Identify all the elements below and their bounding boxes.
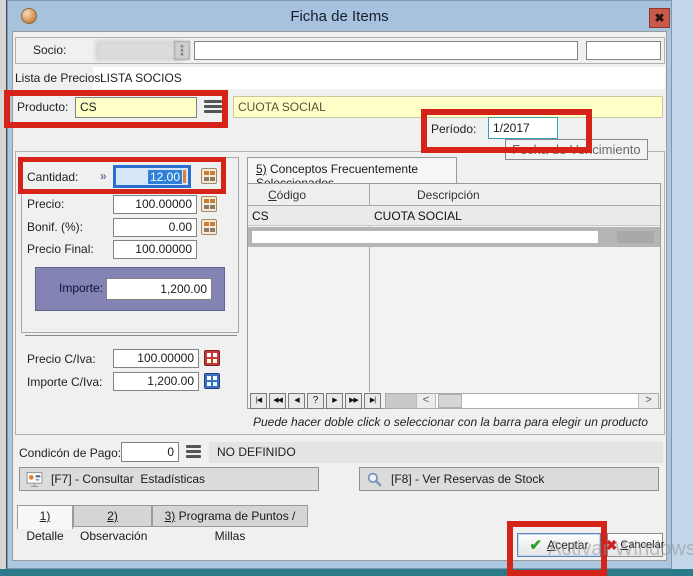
horizontal-scrollbar[interactable]: < > (385, 393, 659, 409)
tab-detalle[interactable]: 1) Detalle (17, 505, 73, 529)
condicion-pago-input[interactable]: 0 (121, 442, 179, 462)
selection-bar-row[interactable] (248, 227, 660, 247)
grid-row-cs[interactable]: CS CUOTA SOCIAL (248, 206, 660, 226)
tab-conceptos-frecuentes[interactable]: 5) Conceptos Frecuentemente Seleccionado… (247, 157, 457, 184)
nav-fast-prev-icon[interactable]: ◀◀ (269, 393, 286, 409)
precio-calculator-icon[interactable] (201, 196, 217, 212)
tab-observacion[interactable]: 2) Observación (73, 505, 152, 527)
lista-precios-value: LISTA SOCIOS (100, 71, 182, 85)
precio-iva-calculator-icon[interactable] (204, 350, 220, 366)
f8-button-label: [F8] - Ver Reservas de Stock (391, 472, 544, 486)
title-bar[interactable]: Ficha de Items (8, 1, 671, 31)
activate-windows-watermark: Activar Windows (548, 538, 693, 561)
importe-input[interactable]: 1,200.00 (106, 278, 212, 300)
socio-lookup-button[interactable]: ⋮ (174, 41, 190, 60)
column-header-descripcion[interactable]: Descripción (417, 184, 480, 206)
socio-name-field[interactable] (194, 41, 578, 60)
magnifier-icon (366, 471, 383, 488)
tab-programa-puntos[interactable]: 3) Programa de Puntos / Millas (152, 505, 308, 527)
ficha-de-items-dialog: Ficha de Items ✖ Socio: ⋮ Lista de Preci… (7, 0, 672, 569)
selection-bar-tail (617, 231, 654, 243)
importe-iva-input[interactable]: 1,200.00 (113, 372, 199, 391)
background-window-left-edge (0, 0, 7, 576)
f7-consultar-estadisticas-button[interactable]: [F7] - Consultar Estadísticas (19, 467, 319, 491)
window-title: Ficha de Items (8, 8, 671, 25)
cell-codigo: CS (252, 206, 269, 226)
conceptos-grid: Código Descripción CS CUOTA SOCIAL |◀ ◀◀… (247, 183, 661, 409)
screen: Ficha de Items ✖ Socio: ⋮ Lista de Preci… (0, 0, 693, 576)
column-header-codigo[interactable]: Código (268, 184, 306, 206)
bonif-input[interactable]: 0.00 (113, 218, 197, 237)
scrollbar-thumb[interactable] (438, 394, 462, 408)
nav-last-icon[interactable]: ▶| (364, 393, 381, 409)
annotation-box-periodo (421, 109, 592, 153)
scrollbar-left-arrow[interactable]: < (416, 394, 436, 408)
condicion-pago-status: NO DEFINIDO (209, 442, 663, 463)
precio-input[interactable]: 100.00000 (113, 195, 197, 214)
bonif-label: Bonif. (%): (27, 220, 83, 234)
scrollbar-left-gutter (386, 394, 416, 408)
socio-label: Socio: (33, 43, 66, 57)
precio-final-input[interactable]: 100.00000 (113, 240, 197, 259)
grid-hint-text: Puede hacer doble click o seleccionar co… (253, 415, 648, 429)
precio-iva-input[interactable]: 100.00000 (113, 349, 199, 368)
importe-iva-label: Importe C/Iva: (27, 375, 102, 389)
scrollbar-right-arrow[interactable]: > (638, 394, 658, 408)
f7-button-label: [F7] - Consultar Estadísticas (51, 472, 205, 486)
statistics-icon (26, 471, 43, 488)
cell-descripcion: CUOTA SOCIAL (374, 206, 462, 226)
divider (25, 335, 237, 336)
f8-ver-reservas-button[interactable]: [F8] - Ver Reservas de Stock (359, 467, 659, 491)
bonif-calculator-icon[interactable] (201, 219, 217, 235)
nav-next-icon[interactable]: ▶ (326, 393, 343, 409)
close-icon[interactable]: ✖ (649, 8, 670, 28)
precio-iva-label: Precio C/Iva: (27, 352, 96, 366)
background-window-right-edge (672, 0, 693, 576)
nav-search-icon[interactable]: ? (307, 393, 324, 409)
socio-extra-field[interactable] (586, 41, 661, 60)
importe-iva-calculator-icon[interactable] (204, 373, 220, 389)
lista-precios-label: Lista de Precios: (15, 71, 104, 85)
socio-number-field[interactable] (96, 41, 182, 60)
precio-final-label: Precio Final: (27, 242, 94, 256)
precio-label: Precio: (27, 197, 64, 211)
nav-fast-next-icon[interactable]: ▶▶ (345, 393, 362, 409)
condicion-pago-label: Condicón de Pago: (19, 446, 121, 460)
importe-panel: Importe: 1,200.00 (35, 267, 225, 311)
nav-prev-icon[interactable]: ◀ (288, 393, 305, 409)
annotation-box-producto (4, 90, 228, 128)
grid-header: Código Descripción (248, 184, 660, 206)
selection-bar[interactable] (252, 231, 598, 243)
annotation-box-cantidad (18, 157, 226, 194)
importe-label: Importe: (59, 281, 103, 295)
condicion-pago-menu-icon[interactable] (185, 443, 202, 460)
nav-first-icon[interactable]: |◀ (250, 393, 267, 409)
